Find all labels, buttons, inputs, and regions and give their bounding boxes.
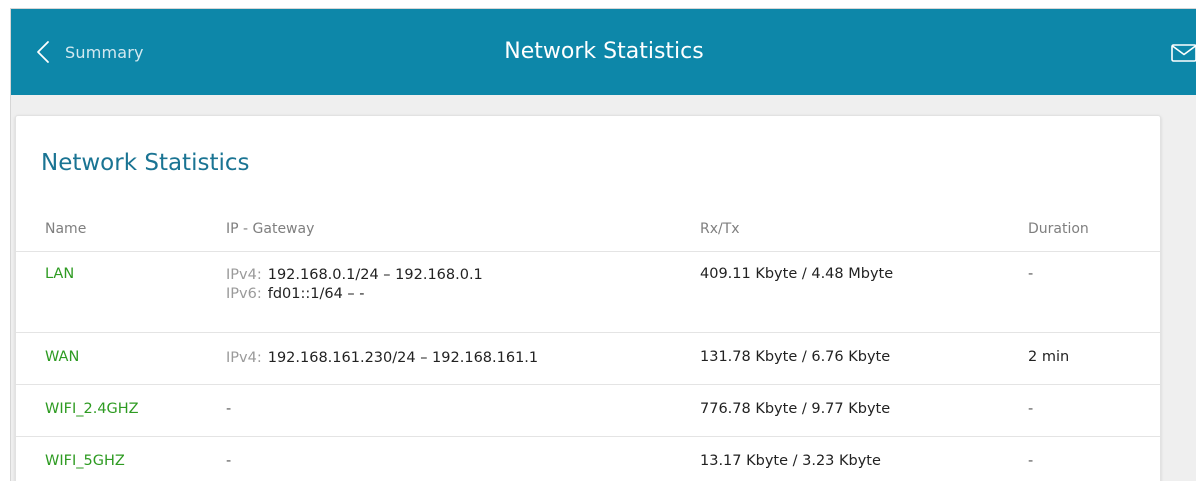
interface-name-lan[interactable]: LAN <box>45 266 74 282</box>
column-header-name: Name <box>45 221 87 237</box>
table-row-wifi-5ghz[interactable]: WIFI_5GHZ - 13.17 Kbyte / 3.23 Kbyte - <box>16 437 1160 481</box>
rx-tx-value: 13.17 Kbyte / 3.23 Kbyte <box>700 453 881 469</box>
ipv6-value: fd01::1/64 – - <box>267 286 365 302</box>
page-frame: Summary Network Statistics Network Stati… <box>0 0 1196 481</box>
table-row-lan[interactable]: LAN IPv4: 192.168.0.1/24 – 192.168.0.1 IP… <box>16 252 1160 333</box>
interface-name-wifi-5ghz[interactable]: WIFI_5GHZ <box>45 453 125 469</box>
column-header-duration: Duration <box>1028 221 1089 237</box>
duration-value: - <box>1028 401 1034 417</box>
ipv4-value: 192.168.0.1/24 – 192.168.0.1 <box>267 267 483 283</box>
page-title: Network Statistics <box>504 39 704 64</box>
duration-value: - <box>1028 266 1034 282</box>
network-statistics-card: Network Statistics Name IP - Gateway Rx/… <box>15 115 1161 481</box>
ipv4-line: IPv4: 192.168.161.230/24 – 192.168.161.1 <box>226 349 538 368</box>
ip-gateway-value: - <box>226 453 232 469</box>
column-header-rx-tx: Rx/Tx <box>700 221 740 237</box>
table-row-wifi-2-4ghz[interactable]: WIFI_2.4GHZ - 776.78 Kbyte / 9.77 Kbyte … <box>16 385 1160 437</box>
ip-gateway-cell: IPv4: 192.168.161.230/24 – 192.168.161.1 <box>226 349 538 368</box>
table-row-wan[interactable]: WAN IPv4: 192.168.161.230/24 – 192.168.16… <box>16 333 1160 385</box>
card-title: Network Statistics <box>41 150 250 176</box>
interface-name-wifi-2-4ghz[interactable]: WIFI_2.4GHZ <box>45 401 139 417</box>
ipv4-label: IPv4: <box>226 350 262 366</box>
ip-gateway-value: - <box>226 401 232 417</box>
duration-value: - <box>1028 453 1034 469</box>
ipv4-label: IPv4: <box>226 267 262 283</box>
table-header: Name IP - Gateway Rx/Tx Duration <box>16 211 1160 252</box>
rx-tx-value: 131.78 Kbyte / 6.76 Kbyte <box>700 349 891 365</box>
rx-tx-value: 776.78 Kbyte / 9.77 Kbyte <box>700 401 891 417</box>
mail-icon[interactable] <box>1171 44 1196 62</box>
app-window: Summary Network Statistics Network Stati… <box>10 8 1196 481</box>
rx-tx-value: 409.11 Kbyte / 4.48 Mbyte <box>700 266 894 282</box>
interface-name-wan[interactable]: WAN <box>45 349 79 365</box>
duration-value: 2 min <box>1028 349 1070 365</box>
ipv4-value: 192.168.161.230/24 – 192.168.161.1 <box>267 350 539 366</box>
column-header-ip-gateway: IP - Gateway <box>226 221 315 237</box>
top-header-bar: Summary Network Statistics <box>11 9 1196 95</box>
ip-gateway-cell: IPv4: 192.168.0.1/24 – 192.168.0.1 IPv6: f… <box>226 266 483 304</box>
ipv4-line: IPv4: 192.168.0.1/24 – 192.168.0.1 <box>226 266 483 285</box>
ipv6-label: IPv6: <box>226 286 262 302</box>
ipv6-line: IPv6: fd01::1/64 – - <box>226 285 483 304</box>
